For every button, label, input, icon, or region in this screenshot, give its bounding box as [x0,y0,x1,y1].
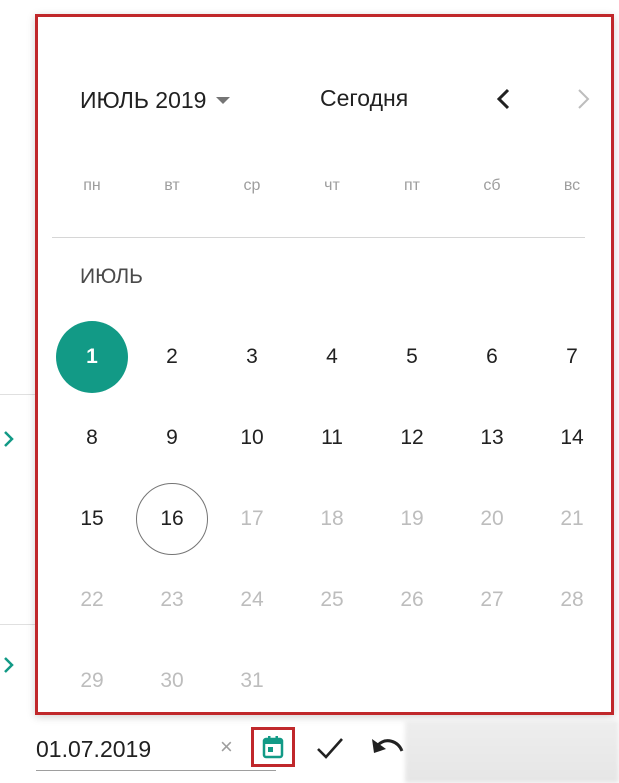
calendar-button[interactable] [251,727,295,767]
background-divider [0,624,36,625]
day-cell-disabled: 17 [240,507,264,530]
date-input-underline [36,770,276,771]
day-cell-disabled: 21 [560,507,584,530]
day-cell-disabled: 23 [160,588,184,611]
day-cell-disabled: 28 [560,588,584,611]
day-cell[interactable]: 10 [216,402,288,474]
day-cell-disabled: 18 [320,507,344,530]
day-cell[interactable]: 9 [136,402,208,474]
day-cell-selected[interactable]: 1 [56,321,128,393]
day-cell-disabled: 29 [80,669,104,692]
month-year-dropdown[interactable]: ИЮЛЬ 2019 [80,83,231,117]
weekday-label: пт [404,177,420,194]
undo-icon[interactable] [370,735,404,763]
day-cell[interactable]: 6 [456,321,528,393]
day-cell[interactable]: 4 [296,321,368,393]
day-cell-disabled: 24 [240,588,264,611]
day-cell-disabled: 22 [80,588,104,611]
day-cell[interactable]: 15 [56,483,128,555]
date-picker-popup: ИЮЛЬ 2019 Сегодня пн вт ср чт пт сб вс И… [35,14,614,715]
weekday-label: сб [483,177,501,194]
day-cell[interactable]: 14 [536,402,608,474]
chevron-left-icon[interactable] [489,81,519,117]
obscured-content [405,720,619,783]
date-input[interactable] [36,735,206,763]
header-divider [52,237,585,238]
day-cell[interactable]: 12 [376,402,448,474]
day-cell[interactable]: 3 [216,321,288,393]
calendar-icon [262,736,284,759]
day-cell[interactable]: 8 [56,402,128,474]
background-divider [0,394,36,395]
weekday-label: чт [324,177,340,194]
month-section-label: ИЮЛЬ [80,265,143,288]
day-cell-disabled: 30 [160,669,184,692]
dropdown-caret-icon [216,96,231,104]
check-icon[interactable] [314,733,346,763]
weekday-label: вс [563,177,581,194]
day-cell[interactable]: 13 [456,402,528,474]
clear-button[interactable]: × [220,734,233,760]
day-cell[interactable]: 2 [136,321,208,393]
day-cell[interactable]: 7 [536,321,608,393]
day-cell[interactable]: 11 [296,402,368,474]
expand-chevron-icon[interactable] [2,656,16,674]
weekday-label: пн [83,177,101,194]
month-year-label: ИЮЛЬ 2019 [80,86,207,113]
day-cell-disabled: 19 [400,507,424,530]
date-picker-header: ИЮЛЬ 2019 Сегодня [38,17,611,192]
weekday-header-row: пн вт ср чт пт сб вс [52,177,612,203]
day-grid: 1 2 3 4 5 6 7 8 9 10 11 12 13 14 15 16 1… [52,317,612,717]
today-button[interactable]: Сегодня [320,85,408,112]
expand-chevron-icon[interactable] [2,430,16,448]
chevron-right-icon[interactable] [568,81,598,117]
day-cell-disabled: 27 [480,588,504,611]
day-cell-disabled: 20 [480,507,504,530]
day-cell-disabled: 26 [400,588,424,611]
day-cell-today[interactable]: 16 [136,483,208,555]
day-cell-disabled: 25 [320,588,344,611]
day-cell[interactable]: 5 [376,321,448,393]
day-cell-disabled: 31 [240,669,264,692]
weekday-label: ср [243,177,261,194]
weekday-label: вт [164,177,180,194]
